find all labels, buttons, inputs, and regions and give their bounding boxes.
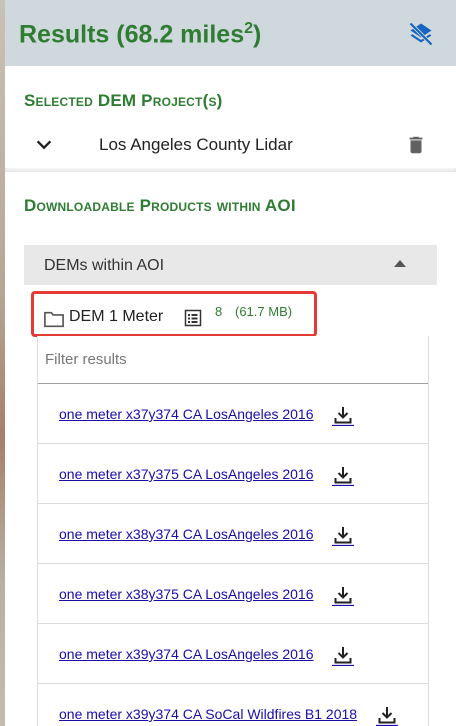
file-link[interactable]: one meter x37y375 CA LosAngeles 2016 (59, 466, 314, 482)
project-row: Los Angeles County Lidar (5, 124, 456, 166)
folder-row: DEM 1 Meter 8 (61.7 MB) (31, 291, 317, 337)
selected-projects-heading: Selected DEM Project(s) (24, 91, 223, 110)
chevron-down-icon[interactable] (33, 134, 55, 156)
list-item: one meter x39y374 CA SoCal Wildfires B1 … (38, 684, 428, 726)
project-name: Los Angeles County Lidar (99, 135, 293, 154)
layers-clear-button[interactable] (405, 18, 437, 50)
list-item: one meter x38y374 CA LosAngeles 2016 (38, 504, 428, 564)
file-link[interactable]: one meter x38y375 CA LosAngeles 2016 (59, 586, 314, 602)
download-icon[interactable] (332, 464, 354, 486)
list-item: one meter x38y375 CA LosAngeles 2016 (38, 564, 428, 624)
list-details-icon[interactable] (184, 309, 202, 327)
results-panel: Results (68.2 miles2) Selected DEM Proje… (5, 0, 456, 726)
caret-up-icon (394, 260, 406, 267)
file-link[interactable]: one meter x37y374 CA LosAngeles 2016 (59, 406, 314, 422)
list-item: one meter x39y374 CA LosAngeles 2016 (38, 624, 428, 684)
download-icon[interactable] (332, 644, 354, 666)
file-link[interactable]: one meter x39y374 CA LosAngeles 2016 (59, 646, 314, 662)
download-icon[interactable] (332, 584, 354, 606)
download-icon[interactable] (376, 704, 398, 726)
results-list: one meter x37y374 CA LosAngeles 2016 one… (37, 336, 429, 726)
filter-input[interactable] (38, 336, 428, 384)
section-divider (5, 168, 456, 172)
list-item: one meter x37y374 CA LosAngeles 2016 (38, 384, 428, 444)
results-title: Results (68.2 miles2) (19, 20, 262, 49)
list-item: one meter x37y375 CA LosAngeles 2016 (38, 444, 428, 504)
dems-accordion-header[interactable]: DEMs within AOI (24, 245, 437, 285)
accordion-label: DEMs within AOI (44, 257, 165, 274)
trash-icon[interactable] (405, 134, 427, 156)
downloadable-products-heading: Downloadable Products within AOI (24, 196, 296, 215)
results-header: Results (68.2 miles2) (5, 0, 456, 66)
folder-icon[interactable] (43, 309, 65, 329)
layers-clear-icon (409, 22, 433, 46)
file-link[interactable]: one meter x39y374 CA SoCal Wildfires B1 … (59, 706, 357, 722)
download-icon[interactable] (332, 404, 354, 426)
download-icon[interactable] (332, 524, 354, 546)
file-link[interactable]: one meter x38y374 CA LosAngeles 2016 (59, 526, 314, 542)
item-count: 8 (215, 304, 223, 319)
folder-size: (61.7 MB) (235, 304, 293, 319)
folder-name[interactable]: DEM 1 Meter (69, 308, 163, 326)
